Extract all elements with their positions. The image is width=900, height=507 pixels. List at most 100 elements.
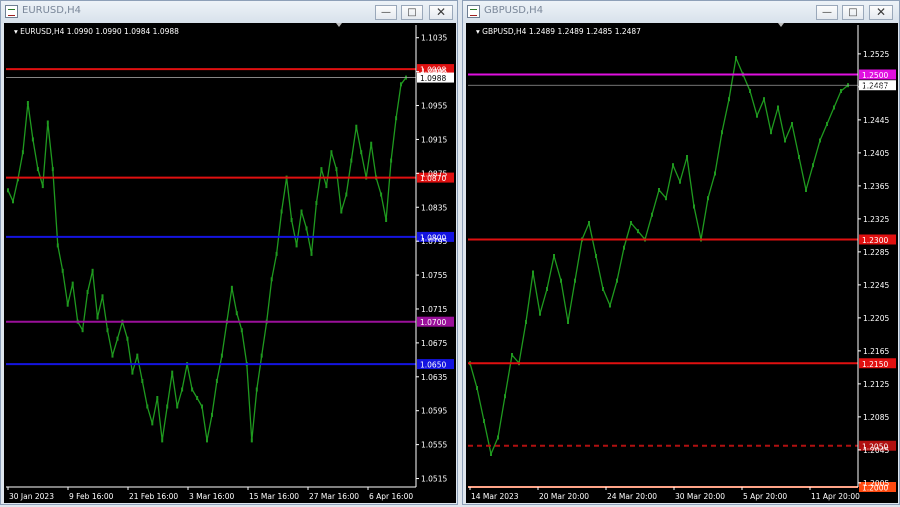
price-point [574, 278, 576, 283]
price-point [176, 404, 179, 409]
gbpusd-chart-window[interactable]: GBPUSD,H4 — □ ✕ ▾ GBPUSD,H4 1.2489 1.248… [462, 0, 900, 505]
price-point [21, 150, 24, 155]
price-point [672, 163, 674, 168]
price-point [616, 278, 618, 283]
gbpusd-window-title: GBPUSD,H4 [484, 5, 544, 16]
chart-background [4, 23, 456, 503]
y-tick-label: 1.2285 [863, 248, 889, 257]
y-tick-label: 1.0675 [421, 339, 447, 348]
price-point [812, 163, 814, 168]
y-tick-label: 1.0715 [421, 305, 447, 314]
close-button[interactable]: ✕ [869, 5, 893, 20]
maximize-button[interactable]: □ [842, 5, 864, 20]
x-tick-label: 11 Apr 20:00 [811, 492, 860, 501]
x-tick-label: 9 Feb 16:00 [69, 492, 114, 501]
x-tick-label: 3 Mar 16:00 [189, 492, 235, 501]
price-point [360, 150, 363, 155]
x-tick-label: 14 Mar 2023 [471, 492, 519, 501]
price-point [280, 209, 283, 214]
x-tick-label: 27 Mar 16:00 [309, 492, 359, 501]
price-point [553, 254, 555, 258]
price-point [206, 438, 208, 443]
price-point [181, 387, 184, 392]
chart-background [466, 23, 898, 503]
chart-symbol-header: ▾ EURUSD,H4 1.0990 1.0990 1.0984 1.0988 [14, 27, 179, 36]
x-tick-label: 21 Feb 16:00 [129, 492, 178, 501]
price-point [56, 243, 59, 248]
gbpusd-titlebar[interactable]: GBPUSD,H4 — □ ✕ [463, 1, 899, 23]
price-point [679, 179, 681, 184]
price-point [770, 130, 772, 135]
price-point [497, 435, 499, 440]
level-price-label: 1.2500 [862, 71, 888, 80]
price-point [86, 290, 89, 294]
price-point [51, 167, 54, 172]
price-point [320, 167, 323, 172]
x-tick-label: 24 Mar 20:00 [607, 492, 657, 501]
x-tick-label: 5 Apr 20:00 [743, 492, 787, 501]
eurusd-titlebar[interactable]: EURUSD,H4 — □ ✕ [1, 1, 457, 23]
price-point [658, 188, 660, 192]
price-point [315, 201, 318, 205]
price-point [693, 204, 695, 209]
price-point [275, 251, 278, 256]
price-point [196, 396, 199, 400]
price-point [707, 196, 709, 201]
y-tick-label: 1.0755 [421, 271, 447, 280]
price-point [756, 113, 758, 118]
price-point [330, 150, 333, 155]
minimize-button[interactable]: — [375, 5, 397, 20]
price-point [12, 199, 14, 204]
price-point [588, 221, 590, 225]
price-point [833, 105, 835, 110]
price-point [166, 404, 169, 409]
y-tick-label: 1.0835 [421, 203, 447, 212]
level-price-label: 1.0700 [420, 318, 446, 327]
price-point [146, 404, 149, 409]
price-point [504, 394, 506, 399]
price-point [623, 245, 625, 250]
price-point [380, 192, 383, 197]
gbpusd-price-chart[interactable]: ▾ GBPUSD,H4 1.2489 1.2489 1.2485 1.2487 1… [466, 23, 898, 503]
eurusd-price-chart[interactable]: ▾ EURUSD,H4 1.0990 1.0990 1.0984 1.0988 1… [4, 23, 456, 503]
y-tick-label: 1.0995 [421, 68, 447, 77]
y-tick-label: 1.2005 [863, 479, 889, 488]
price-point [355, 124, 358, 129]
price-point [350, 158, 353, 163]
price-point [161, 438, 164, 443]
gbpusd-chart-area[interactable]: ▾ GBPUSD,H4 1.2489 1.2489 1.2485 1.2487 1… [466, 23, 898, 503]
price-point [784, 138, 786, 143]
eurusd-chart-window[interactable]: EURUSD,H4 — □ ✕ ▾ EURUSD,H4 1.0990 1.099… [0, 0, 458, 505]
price-point [791, 122, 793, 126]
price-point [721, 130, 723, 135]
price-point [270, 277, 273, 282]
price-point [340, 209, 343, 214]
price-point [567, 320, 569, 324]
eurusd-chart-area[interactable]: ▾ EURUSD,H4 1.0990 1.0990 1.0984 1.0988 1… [4, 23, 456, 503]
x-tick-label: 6 Apr 16:00 [369, 492, 413, 501]
price-point [602, 287, 604, 291]
price-point [728, 97, 730, 102]
price-point [260, 353, 263, 358]
price-point [651, 212, 653, 217]
level-price-label: 1.2150 [862, 360, 888, 369]
price-point [345, 192, 348, 197]
price-point [235, 311, 238, 316]
close-button[interactable]: ✕ [429, 5, 453, 20]
level-price-label: 1.2300 [862, 236, 888, 245]
minimize-button[interactable]: — [816, 5, 838, 20]
price-point [714, 171, 716, 176]
price-point [171, 370, 174, 375]
y-tick-label: 1.2165 [863, 347, 889, 356]
price-point [532, 270, 534, 275]
maximize-button[interactable]: □ [401, 5, 423, 20]
price-point [805, 188, 807, 192]
price-point [71, 281, 74, 286]
price-point [560, 278, 562, 283]
y-tick-label: 1.0875 [421, 169, 447, 178]
price-point [201, 404, 203, 409]
chart-symbol-header: ▾ GBPUSD,H4 1.2489 1.2489 1.2485 1.2487 [476, 27, 641, 36]
x-tick-label: 30 Jan 2023 [9, 492, 54, 501]
y-tick-label: 1.0635 [421, 373, 447, 382]
price-point [595, 254, 597, 258]
